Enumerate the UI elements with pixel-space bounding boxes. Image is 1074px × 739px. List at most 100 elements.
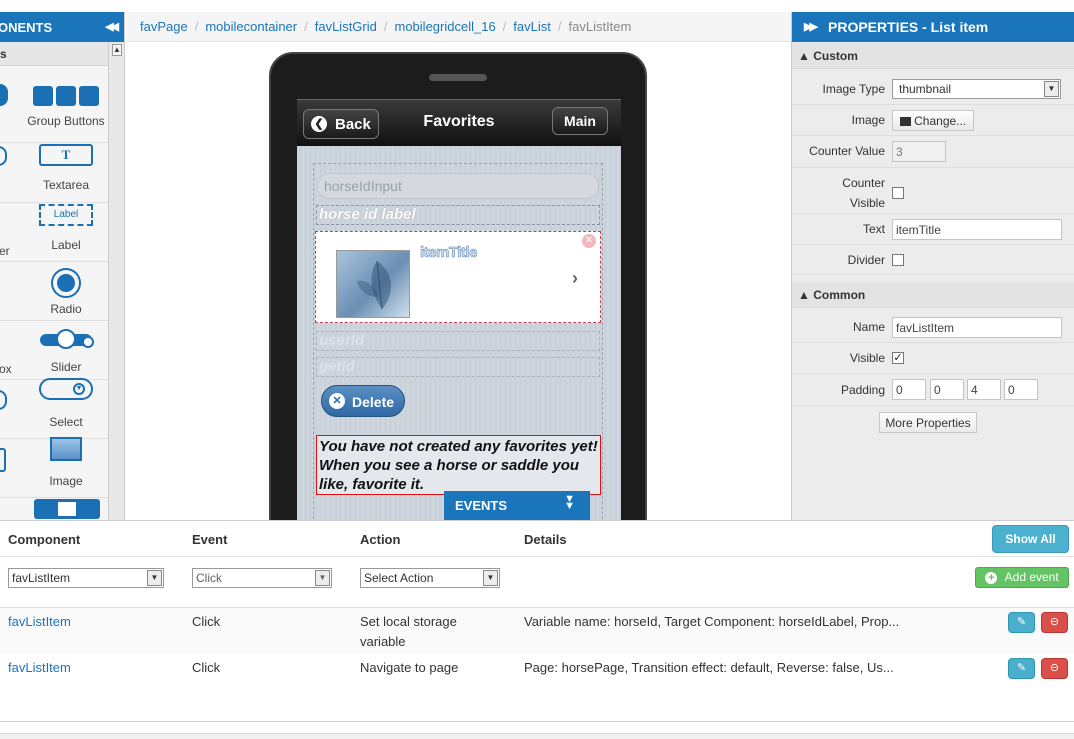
change-image-button[interactable]: Change...	[892, 110, 974, 131]
label-icon: Label	[39, 204, 93, 226]
column-header-component: Component	[8, 532, 81, 547]
add-event-button[interactable]: + Add event	[975, 567, 1069, 588]
component-image[interactable]: Image	[24, 437, 108, 491]
component-select[interactable]: ▼ Select	[24, 378, 108, 432]
divider	[0, 556, 1074, 557]
chevron-up-icon: ▲	[798, 49, 810, 63]
prop-label: Visible	[849, 351, 885, 365]
remove-icon[interactable]: ✕	[582, 234, 596, 248]
partial-radio-outline-icon[interactable]	[0, 146, 7, 166]
padding-left-input[interactable]: 0	[1004, 379, 1038, 400]
delete-button[interactable]: ✕ Delete	[321, 385, 405, 417]
prop-counter-value: Counter Value 3	[792, 136, 1074, 168]
name-input[interactable]: favListItem	[892, 317, 1062, 338]
component-label: Textarea	[42, 178, 90, 192]
custom-section-label: Custom	[813, 49, 858, 63]
edit-event-button[interactable]: ✎	[1008, 658, 1035, 679]
breadcrumb-item[interactable]: favPage	[140, 19, 188, 34]
minus-circle-icon: ⊖	[1049, 662, 1060, 674]
component-label: Label	[51, 238, 81, 252]
component-filter-select[interactable]: favListItem ▼	[8, 568, 164, 588]
event-type: Click	[192, 660, 221, 675]
expand-right-icon[interactable]: ▶▶	[804, 20, 818, 33]
divider	[0, 320, 108, 321]
divider	[0, 497, 108, 498]
scroll-up-icon[interactable]: ▲	[112, 44, 122, 56]
add-event-label: Add event	[1004, 570, 1059, 584]
partial-component-label[interactable]: er	[0, 244, 10, 258]
component-label: Image	[49, 474, 83, 488]
prop-visible: Visible ✓	[792, 343, 1074, 374]
breadcrumb-item[interactable]: mobilecontainer	[205, 19, 297, 34]
breadcrumb-item[interactable]: favListGrid	[315, 19, 377, 34]
components-panel: ONENTS ◀◀ s ▲ er ox Group Buttons T Text…	[0, 12, 125, 520]
design-canvas[interactable]: ❮ Back Favorites Main horseIdInput horse…	[126, 42, 791, 520]
divider-checkbox[interactable]	[892, 254, 904, 266]
horse-id-label[interactable]: horse id label	[316, 205, 600, 225]
main-button[interactable]: Main	[552, 107, 608, 135]
event-action: Set local storage variable	[360, 614, 457, 649]
chevron-right-icon: ›	[572, 268, 578, 288]
partial-circle-icon[interactable]	[0, 84, 8, 106]
common-section-header[interactable]: ▲ Common	[792, 282, 1074, 308]
image-type-select[interactable]: thumbnail ▼	[892, 79, 1061, 99]
components-category-header[interactable]: s	[0, 42, 108, 66]
text-input[interactable]: itemTitle	[892, 219, 1062, 240]
padding-right-input[interactable]: 0	[930, 379, 964, 400]
prop-image: Image Change...	[792, 105, 1074, 136]
action-filter-select[interactable]: Select Action ▼	[360, 568, 500, 588]
leaf-image-icon	[357, 260, 392, 310]
component-radio[interactable]: Radio	[24, 268, 108, 320]
event-filter-select[interactable]: Click ▼	[192, 568, 332, 588]
component-group-buttons[interactable]: Group Buttons	[24, 84, 108, 134]
breadcrumb-item[interactable]: favList	[513, 19, 551, 34]
get-id-label[interactable]: getId	[316, 357, 600, 377]
image-type-value: thumbnail	[899, 82, 952, 96]
show-all-button[interactable]: Show All	[992, 525, 1069, 553]
component-label-widget[interactable]: Label Label	[24, 204, 108, 256]
event-component-link[interactable]: favListItem	[8, 612, 71, 632]
user-id-label[interactable]: userId	[316, 331, 600, 351]
components-scrollbar[interactable]: ▲	[108, 42, 124, 520]
event-component-link[interactable]: favListItem	[8, 658, 71, 678]
properties-panel: ▶▶ PROPERTIES - List item ▲ Custom Image…	[791, 12, 1074, 520]
partial-component-label[interactable]: ox	[0, 362, 12, 376]
empty-favorites-message[interactable]: You have not created any favorites yet! …	[316, 435, 601, 495]
double-chevron-down-icon: ▼ ▼	[564, 493, 575, 512]
table-row: favListItem Click Navigate to page Page:…	[0, 654, 1074, 700]
collapse-left-icon[interactable]: ◀◀	[105, 20, 119, 33]
delete-event-button[interactable]: ⊖	[1041, 612, 1068, 633]
custom-section-header[interactable]: ▲ Custom	[792, 43, 1074, 69]
divider	[0, 261, 108, 262]
events-tab[interactable]: EVENTS ▼ ▼	[444, 491, 590, 520]
divider	[0, 142, 108, 143]
component-label: Slider	[50, 360, 82, 374]
counter-visible-checkbox[interactable]	[892, 187, 904, 199]
horse-id-input[interactable]: horseIdInput	[317, 173, 599, 199]
counter-value-input[interactable]: 3	[892, 141, 946, 162]
mobile-screen[interactable]: ❮ Back Favorites Main horseIdInput horse…	[297, 99, 621, 520]
visible-checkbox[interactable]: ✓	[892, 352, 904, 364]
fav-list-item[interactable]: itemTitle › ✕	[315, 231, 601, 323]
components-panel-title: ONENTS	[0, 20, 53, 35]
edit-event-button[interactable]: ✎	[1008, 612, 1035, 633]
partial-toggle-icon[interactable]	[0, 390, 7, 410]
chevron-up-icon: ▲	[798, 288, 810, 302]
padding-bottom-input[interactable]: 4	[967, 379, 1001, 400]
prop-divider: Divider	[792, 245, 1074, 275]
breadcrumb-item[interactable]: mobilegridcell_16	[395, 19, 496, 34]
more-properties-button[interactable]: More Properties	[879, 412, 977, 433]
prop-label: Divider	[847, 253, 885, 267]
textarea-icon: T	[39, 144, 93, 166]
delete-event-button[interactable]: ⊖	[1041, 658, 1068, 679]
component-label: Group Buttons	[27, 114, 105, 128]
padding-top-input[interactable]: 0	[892, 379, 926, 400]
label-icon-text: Label	[53, 209, 79, 220]
edit-icon: ✎	[1016, 616, 1027, 628]
mobile-header[interactable]: ❮ Back Favorites Main	[297, 99, 621, 146]
partial-grid-icon[interactable]	[0, 448, 6, 472]
column-header-details: Details	[524, 532, 567, 547]
toggle-switch-icon[interactable]	[34, 499, 100, 519]
component-textarea[interactable]: T Textarea	[24, 144, 108, 196]
component-slider[interactable]: Slider	[24, 329, 108, 380]
